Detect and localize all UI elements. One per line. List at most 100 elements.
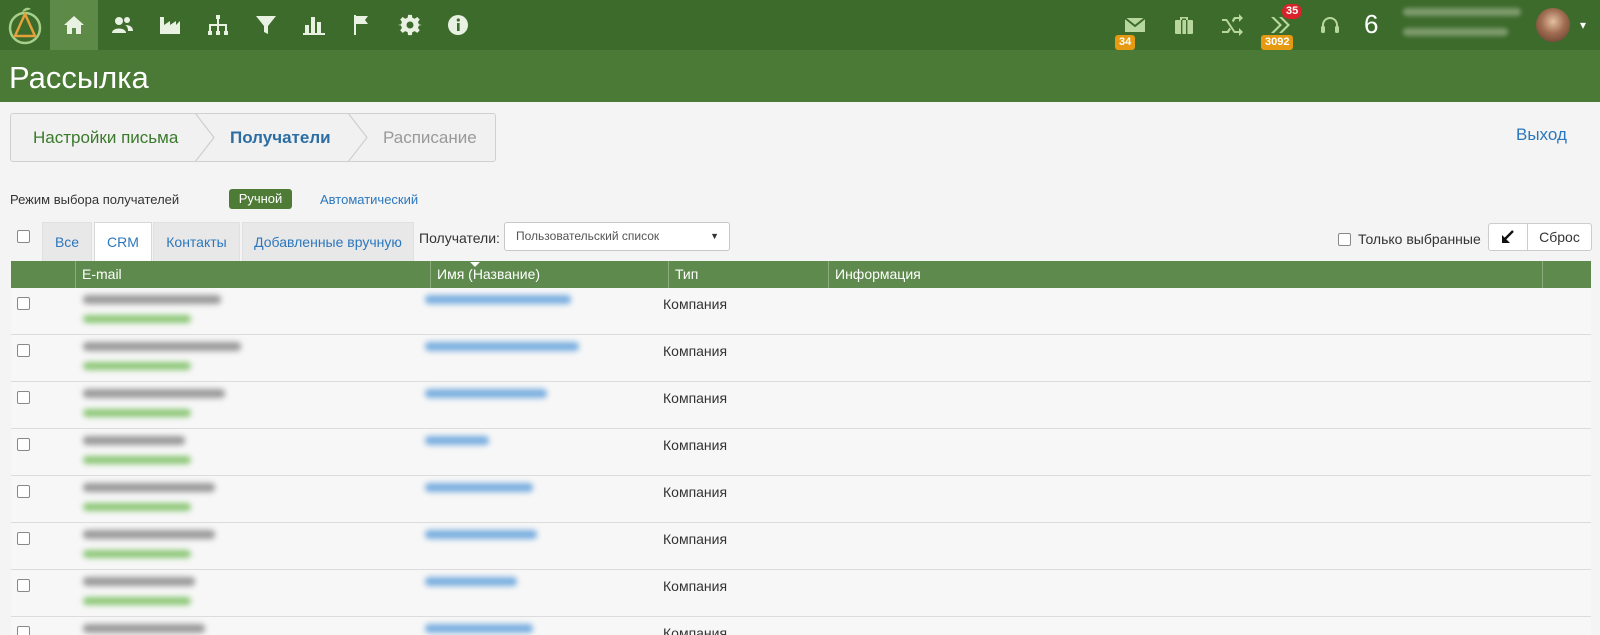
header-checkbox-col	[11, 261, 76, 288]
tab-added-manually[interactable]: Добавленные вручную	[242, 222, 414, 261]
step-divider	[194, 113, 215, 162]
header-type[interactable]: Тип	[669, 261, 829, 288]
name-link-redacted[interactable]	[425, 577, 517, 586]
dropdown-arrow-icon: ▼	[710, 231, 719, 241]
table-header: E-mail Имя (Название) Тип Информация	[11, 261, 1591, 288]
email-sub-redacted	[83, 315, 191, 323]
user-name-redacted[interactable]	[1403, 8, 1521, 48]
email-sub-redacted	[83, 597, 191, 605]
table-row[interactable]: Компания	[11, 335, 1591, 382]
email-redacted	[83, 483, 215, 492]
step-letter-settings[interactable]: Настройки письма	[33, 114, 178, 161]
tasks-badge: 35	[1282, 4, 1303, 19]
wizard-steps: Настройки письма Получатели Расписание	[10, 113, 496, 162]
email-redacted	[83, 389, 225, 398]
header-info[interactable]: Информация	[829, 261, 1543, 288]
table-row[interactable]: Компания	[11, 382, 1591, 429]
only-selected-checkbox[interactable]	[1338, 233, 1351, 246]
app-logo[interactable]	[6, 6, 44, 46]
mode-label: Режим выбора получателей	[10, 192, 180, 207]
recipients-selected-value: Пользовательский список	[516, 229, 660, 243]
email-sub-redacted	[83, 550, 191, 558]
shuffle-icon[interactable]	[1209, 0, 1255, 50]
email-sub-redacted	[83, 409, 191, 417]
home-icon[interactable]	[50, 0, 98, 50]
avatar[interactable]	[1536, 8, 1570, 42]
mode-manual-button[interactable]: Ручной	[229, 189, 292, 209]
page-title: Рассылка	[9, 60, 149, 95]
only-selected-label: Только выбранные	[1358, 231, 1481, 247]
notification-counter[interactable]: 6	[1364, 9, 1378, 40]
table-row[interactable]: Компания	[11, 288, 1591, 335]
tab-crm[interactable]: CRM	[94, 222, 152, 261]
table-row[interactable]: Компания	[11, 523, 1591, 570]
type-cell: Компания	[663, 484, 728, 500]
recipients-label: Получатели:	[419, 230, 500, 246]
header-name[interactable]: Имя (Название)	[431, 261, 669, 288]
row-checkbox[interactable]	[17, 626, 30, 635]
row-checkbox[interactable]	[17, 344, 30, 357]
name-link-redacted[interactable]	[425, 530, 537, 539]
select-all-checkbox[interactable]	[17, 230, 30, 243]
filter-icon[interactable]	[242, 0, 290, 50]
factory-icon[interactable]	[146, 0, 194, 50]
header-email[interactable]: E-mail	[76, 261, 480, 288]
email-sub-redacted	[83, 456, 191, 464]
type-cell: Компания	[663, 531, 728, 547]
briefcase-icon[interactable]	[1161, 0, 1207, 50]
contacts-icon[interactable]	[98, 0, 146, 50]
structure-icon[interactable]	[194, 0, 242, 50]
name-link-redacted[interactable]	[425, 389, 547, 398]
recipients-select[interactable]: Пользовательский список ▼	[504, 222, 730, 251]
type-cell: Компания	[663, 390, 728, 406]
type-cell: Компания	[663, 578, 728, 594]
gear-icon[interactable]	[386, 0, 434, 50]
chart-icon[interactable]	[290, 0, 338, 50]
step-schedule[interactable]: Расписание	[383, 114, 477, 161]
flag-icon[interactable]	[338, 0, 386, 50]
email-sub-redacted	[83, 362, 191, 370]
email-redacted	[83, 295, 221, 304]
type-cell: Компания	[663, 625, 728, 635]
email-redacted	[83, 624, 205, 633]
email-redacted	[83, 577, 195, 586]
step-recipients[interactable]: Получатели	[230, 114, 331, 161]
table-row[interactable]: Компания	[11, 570, 1591, 617]
name-link-redacted[interactable]	[425, 436, 489, 445]
headset-icon[interactable]	[1307, 0, 1353, 50]
type-cell: Компания	[663, 437, 728, 453]
email-redacted	[83, 342, 241, 351]
arrow-down-left-icon	[1502, 230, 1514, 243]
row-checkbox[interactable]	[17, 485, 30, 498]
name-link-redacted[interactable]	[425, 483, 533, 492]
type-cell: Компания	[663, 343, 728, 359]
tab-all[interactable]: Все	[42, 222, 92, 261]
name-link-redacted[interactable]	[425, 342, 579, 351]
reset-button[interactable]: Сброс	[1527, 223, 1592, 251]
row-checkbox[interactable]	[17, 297, 30, 310]
step-divider	[347, 113, 368, 162]
type-cell: Компания	[663, 296, 728, 312]
tasks-count-badge: 3092	[1261, 35, 1294, 50]
table-row[interactable]: Компания	[11, 429, 1591, 476]
page-title-bar: Рассылка	[0, 50, 1600, 102]
row-checkbox[interactable]	[17, 579, 30, 592]
exit-link[interactable]: Выход	[1516, 125, 1567, 145]
row-checkbox[interactable]	[17, 391, 30, 404]
mode-auto-link[interactable]: Автоматический	[320, 192, 418, 207]
name-link-redacted[interactable]	[425, 624, 533, 633]
header-extra-col	[1543, 261, 1591, 288]
chevron-down-icon[interactable]: ▾	[1580, 18, 1586, 32]
mail-badge: 34	[1115, 35, 1136, 50]
name-link-redacted[interactable]	[425, 295, 571, 304]
header-email-label: E-mail	[82, 266, 122, 282]
tab-contacts[interactable]: Контакты	[153, 222, 240, 261]
move-down-left-button[interactable]	[1488, 223, 1528, 251]
table-row[interactable]: Компания	[11, 617, 1591, 635]
info-icon[interactable]	[434, 0, 482, 50]
row-checkbox[interactable]	[17, 532, 30, 545]
top-navigation-bar: 34 35 3092 6 ▾	[0, 0, 1600, 50]
row-checkbox[interactable]	[17, 438, 30, 451]
email-redacted	[83, 436, 185, 445]
table-row[interactable]: Компания	[11, 476, 1591, 523]
